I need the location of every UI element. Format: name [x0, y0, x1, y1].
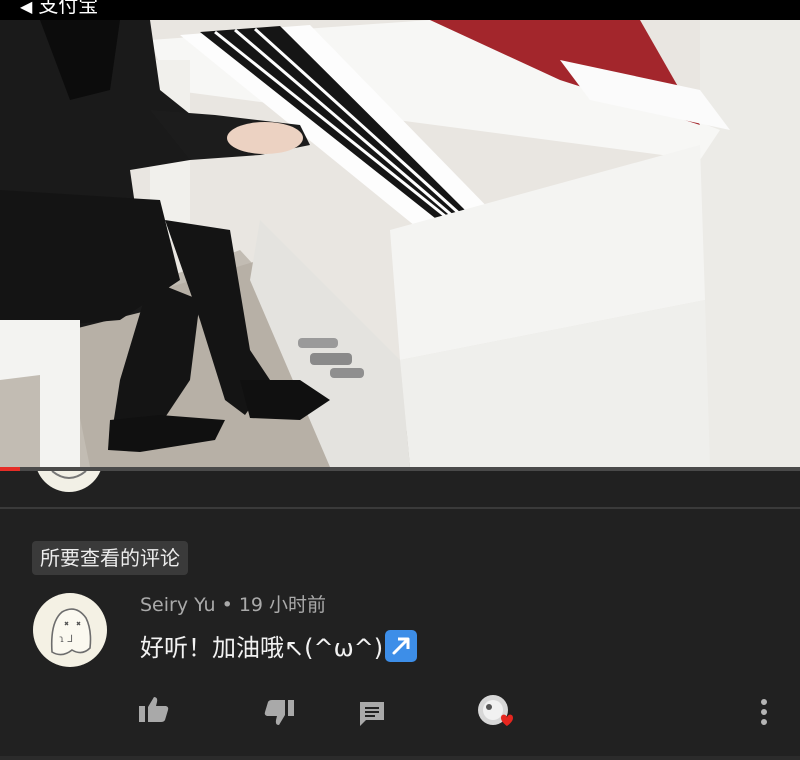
creator-heart-icon: [478, 695, 513, 726]
video-player[interactable]: [0, 20, 800, 467]
video-progress-bar[interactable]: [0, 467, 800, 471]
more-options-button[interactable]: [752, 698, 776, 730]
bottom-divider: [0, 756, 800, 760]
reply-button[interactable]: [358, 700, 386, 732]
like-icon: [139, 697, 169, 722]
comment-filter-chip[interactable]: 所要查看的评论: [32, 541, 188, 575]
video-frame: [0, 20, 800, 467]
dislike-icon: [264, 700, 294, 725]
comment-body: 好听！加油哦↖(^ω^): [140, 634, 384, 662]
status-bar: ◀ 支付宝: [0, 0, 800, 20]
comment-avatar[interactable]: ɿ ⅃: [32, 592, 108, 668]
back-to-app-link[interactable]: ◀ 支付宝: [20, 0, 98, 19]
back-app-label: 支付宝: [38, 0, 99, 17]
creator-heart: [477, 694, 521, 732]
up-left-arrow-emoji: [385, 630, 418, 662]
section-divider: [0, 507, 800, 509]
comment-meta: Seiry Yu • 19 小时前: [140, 592, 326, 618]
back-arrow-icon: ◀: [20, 0, 33, 16]
comment-text: 好听！加油哦↖(^ω^): [140, 630, 418, 665]
svg-text:ɿ ⅃: ɿ ⅃: [59, 634, 73, 645]
reply-icon: [360, 702, 384, 726]
dislike-button[interactable]: [263, 699, 295, 731]
like-button[interactable]: [138, 695, 170, 727]
meta-separator: •: [221, 594, 233, 616]
comment-time: 19 小时前: [238, 594, 327, 616]
comment-author[interactable]: Seiry Yu: [140, 594, 216, 616]
more-vert-icon: [761, 699, 767, 725]
video-progress-fill: [0, 467, 20, 471]
channel-avatar[interactable]: [34, 471, 104, 493]
